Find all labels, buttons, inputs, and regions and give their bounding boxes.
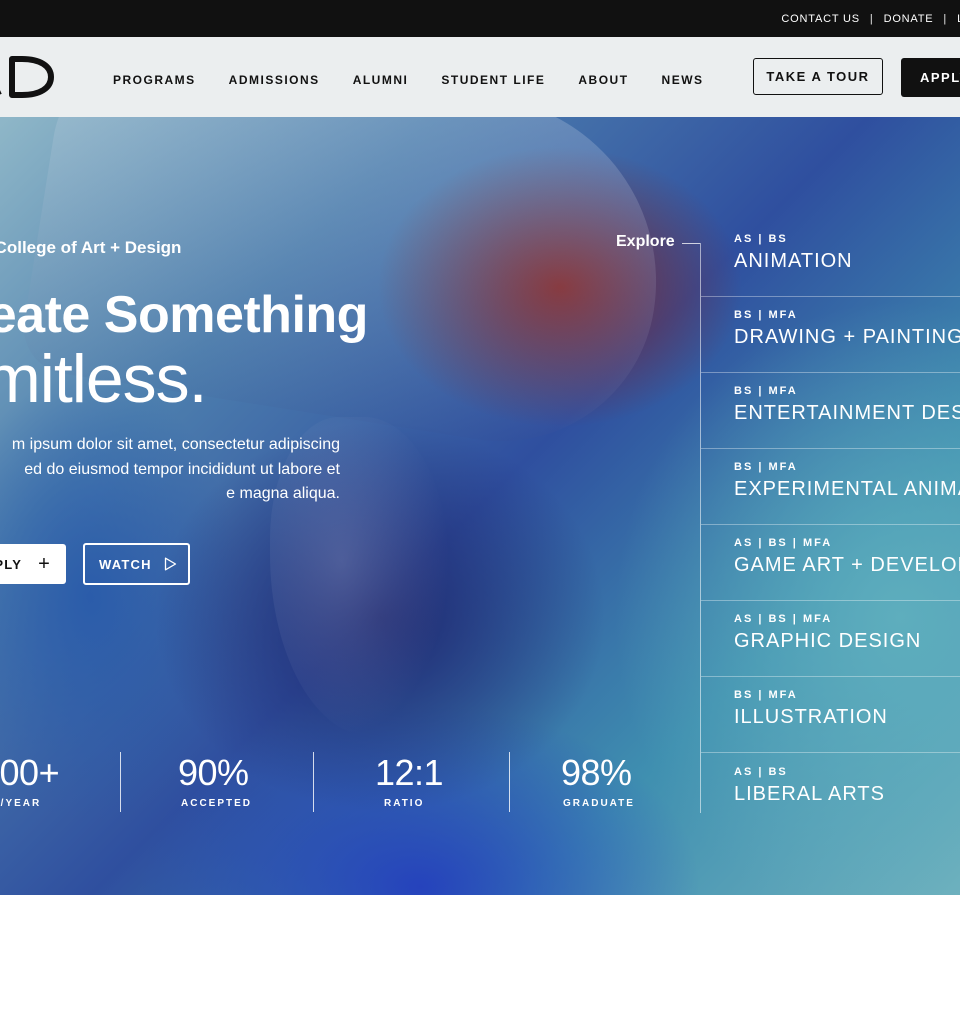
hero-subtitle: na College of Art + Design (0, 238, 182, 257)
stat-value: 12:1 (375, 752, 444, 793)
nav-student-life[interactable]: STUDENT LIFE (441, 73, 545, 87)
program-degrees: BS | MFA (734, 461, 798, 473)
utility-separator: | (943, 12, 948, 25)
contact-us-link[interactable]: CONTACT US (781, 13, 860, 25)
explore-connector (682, 243, 700, 244)
program-item-entertainment-design[interactable]: BS | MFA ENTERTAINMENT DESI (701, 373, 960, 449)
program-item-drawing-painting[interactable]: BS | MFA DRAWING + PAINTING (701, 297, 960, 373)
program-name: DRAWING + PAINTING (734, 326, 960, 348)
program-item-graphic-design[interactable]: AS | BS | MFA GRAPHIC DESIGN (701, 601, 960, 677)
plus-icon: + (38, 553, 51, 575)
hero-headline-emphasis: imitless. (0, 341, 208, 417)
hero-apply-label: PLY (0, 556, 23, 572)
hero-intro: m ipsum dolor sit amet, consectetur adip… (0, 433, 340, 507)
program-name: GAME ART + DEVELOP (734, 554, 960, 576)
stat-label: Y/YEAR (0, 798, 42, 809)
utility-links: CONTACT US | DONATE | L (781, 0, 960, 37)
program-name: ANIMATION (734, 250, 853, 272)
hero-intro-line: e magna aliqua. (226, 485, 340, 502)
main-nav: PROGRAMS ADMISSIONS ALUMNI STUDENT LIFE … (113, 73, 704, 87)
hero-section: na College of Art + Design reate Somethi… (0, 117, 960, 895)
program-degrees: AS | BS (734, 233, 788, 245)
stat-divider (120, 752, 121, 812)
program-item-experimental-animation[interactable]: BS | MFA EXPERIMENTAL ANIMA (701, 449, 960, 525)
logo[interactable] (0, 55, 55, 99)
program-degrees: AS | BS (734, 766, 788, 778)
nav-admissions[interactable]: ADMISSIONS (229, 73, 320, 87)
donate-link[interactable]: DONATE (884, 13, 934, 25)
hero-intro-line: ed do eiusmod tempor incididunt ut labor… (24, 460, 340, 478)
hero-headline: reate Something (0, 286, 368, 344)
program-degrees: BS | MFA (734, 689, 798, 701)
program-name: ENTERTAINMENT DESI (734, 402, 960, 424)
watch-label: WATCH (99, 556, 152, 572)
stat-label: GRADUATE (563, 798, 635, 809)
stat-value: 200+ (0, 752, 60, 793)
program-item-animation[interactable]: AS | BS ANIMATION (701, 221, 960, 297)
program-degrees: AS | BS | MFA (734, 613, 833, 625)
stat-divider (509, 752, 510, 812)
stat-value: 98% (561, 752, 632, 793)
watch-button[interactable]: WATCH (83, 543, 190, 585)
utility-bar: CONTACT US | DONATE | L (0, 0, 960, 37)
program-name: EXPERIMENTAL ANIMA (734, 478, 960, 500)
program-degrees: BS | MFA (734, 385, 798, 397)
program-name: ILLUSTRATION (734, 706, 888, 728)
nav-programs[interactable]: PROGRAMS (113, 73, 196, 87)
program-degrees: AS | BS | MFA (734, 537, 833, 549)
program-item-illustration[interactable]: BS | MFA ILLUSTRATION (701, 677, 960, 753)
nav-alumni[interactable]: ALUMNI (353, 73, 409, 87)
take-a-tour-button[interactable]: TAKE A TOUR (753, 58, 883, 95)
hero-apply-button[interactable]: PLY + (0, 544, 66, 584)
stat-label: ACCEPTED (181, 798, 253, 809)
explore-label: Explore (616, 233, 675, 250)
nav-about[interactable]: ABOUT (578, 73, 628, 87)
stat-value: 90% (178, 752, 249, 793)
program-divider (701, 752, 960, 753)
nav-news[interactable]: NEWS (662, 73, 704, 87)
stat-divider (313, 752, 314, 812)
program-item-liberal-arts[interactable]: AS | BS LIBERAL ARTS (701, 754, 960, 830)
program-degrees: BS | MFA (734, 309, 798, 321)
program-item-game-art[interactable]: AS | BS | MFA GAME ART + DEVELOP (701, 525, 960, 601)
hero-intro-line: m ipsum dolor sit amet, consectetur adip… (11, 436, 340, 453)
play-icon (164, 557, 176, 571)
apply-button[interactable]: APPLY (901, 58, 960, 97)
stat-label: RATIO (384, 798, 425, 809)
utility-separator: | (869, 12, 874, 25)
program-name: LIBERAL ARTS (734, 783, 885, 805)
program-name: GRAPHIC DESIGN (734, 630, 922, 652)
